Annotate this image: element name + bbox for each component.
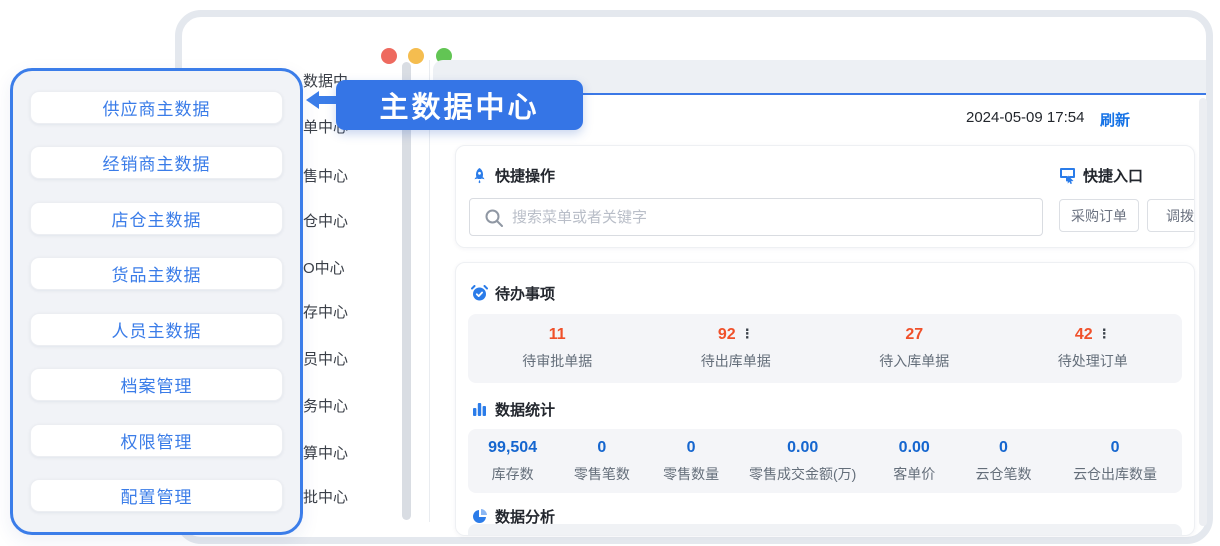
menu-item-dealer-master-data[interactable]: 经销商主数据 — [30, 146, 283, 179]
stats-header: 数据统计 — [471, 399, 555, 420]
nav-item-retail-center[interactable]: 售中心 — [303, 165, 348, 186]
master-data-overlay-menu: 供应商主数据 经销商主数据 店仓主数据 货品主数据 人员主数据 档案管理 权限管… — [10, 68, 303, 535]
quick-ops-title: 快捷操作 — [495, 165, 555, 186]
nav-item-approval-center[interactable]: 批中心 — [303, 486, 348, 507]
todo-item-pending-inbound[interactable]: 27 待入库单据 — [825, 326, 1004, 371]
todo-item-pending-approval[interactable]: 11 待审批单据 — [468, 326, 647, 371]
stat-label: 库存数 — [468, 464, 557, 484]
menu-item-supplier-master-data[interactable]: 供应商主数据 — [30, 91, 283, 124]
quick-entry-header: 快捷入口 — [1059, 165, 1143, 186]
menu-item-archive-management[interactable]: 档案管理 — [30, 368, 283, 401]
stat-cloud-outbound: 0 云仓出库数量 — [1048, 439, 1182, 484]
stat-value: 0 — [687, 439, 696, 457]
nav-scrollbar[interactable] — [402, 62, 411, 520]
stat-cloud-transactions: 0 云仓笔数 — [959, 439, 1048, 484]
quick-operations-card: 快捷操作 快捷入口 采购订单 调拨单 — [455, 145, 1195, 248]
search-icon — [484, 208, 504, 228]
window-close-icon[interactable] — [381, 48, 397, 64]
stat-value: 99,504 — [488, 439, 537, 457]
stat-retail-quantity: 0 零售数量 — [647, 439, 736, 484]
bar-chart-icon — [471, 401, 488, 418]
rocket-icon — [471, 167, 488, 184]
todo-item-pending-orders[interactable]: 42 ⋮ 待处理订单 — [1004, 326, 1183, 371]
nav-item-inventory-center[interactable]: 存中心 — [303, 301, 348, 322]
nav-item-finance-center[interactable]: 务中心 — [303, 395, 348, 416]
nav-item-member-center[interactable]: 员中心 — [303, 348, 348, 369]
todo-label: 待出库单据 — [647, 351, 826, 371]
stat-label: 云仓出库数量 — [1048, 464, 1182, 484]
stat-label: 客单价 — [870, 464, 959, 484]
todo-clock-icon — [471, 285, 488, 302]
todo-label: 待处理订单 — [1004, 351, 1183, 371]
stat-inventory-count: 99,504 库存数 — [468, 439, 557, 484]
screenshot-stage: 2024-05-09 17:54 刷新 数据中 单中心 售中心 仓中心 O中心 … — [0, 0, 1220, 546]
stat-value: 0.00 — [899, 439, 930, 457]
stats-title: 数据统计 — [495, 399, 555, 420]
more-dots-icon[interactable]: ⋮ — [741, 327, 754, 340]
search-box[interactable] — [469, 198, 1043, 236]
todo-value: 92 — [718, 326, 736, 344]
quick-entry-title: 快捷入口 — [1083, 165, 1143, 186]
stats-strip: 99,504 库存数 0 零售笔数 0 零售数量 0.00 零售成交金额(万) … — [468, 429, 1182, 493]
stat-retail-amount: 0.00 零售成交金额(万) — [736, 439, 870, 484]
stat-value: 0 — [1111, 439, 1120, 457]
analysis-strip — [468, 524, 1182, 536]
stat-value: 0 — [597, 439, 606, 457]
stat-label: 零售数量 — [647, 464, 736, 484]
todo-label: 待入库单据 — [825, 351, 1004, 371]
stat-label: 零售成交金额(万) — [736, 464, 870, 484]
nav-item-omo-center[interactable]: O中心 — [303, 257, 345, 278]
menu-item-config-management[interactable]: 配置管理 — [30, 479, 283, 512]
todo-label: 待审批单据 — [468, 351, 647, 371]
stat-retail-transactions: 0 零售笔数 — [557, 439, 646, 484]
menu-item-personnel-master-data[interactable]: 人员主数据 — [30, 313, 283, 346]
master-data-center-callout: 主数据中心 — [336, 80, 583, 130]
stat-value: 0.00 — [787, 439, 818, 457]
stat-label: 零售笔数 — [557, 464, 646, 484]
quick-ops-header: 快捷操作 — [471, 165, 555, 186]
todo-value: 27 — [905, 326, 923, 344]
stat-value: 0 — [999, 439, 1008, 457]
more-dots-icon[interactable]: ⋮ — [1098, 327, 1111, 340]
menu-item-permission-management[interactable]: 权限管理 — [30, 424, 283, 457]
todo-value: 11 — [549, 326, 566, 344]
search-input[interactable] — [512, 199, 1032, 235]
todo-header: 待办事项 — [471, 283, 555, 304]
refresh-button[interactable]: 刷新 — [1100, 109, 1130, 130]
pie-chart-icon — [471, 508, 488, 525]
window-minimize-icon[interactable] — [408, 48, 424, 64]
menu-item-store-master-data[interactable]: 店仓主数据 — [30, 202, 283, 235]
todo-item-pending-outbound[interactable]: 92 ⋮ 待出库单据 — [647, 326, 826, 371]
todo-title: 待办事项 — [495, 283, 555, 304]
menu-item-goods-master-data[interactable]: 货品主数据 — [30, 257, 283, 290]
dashboard-card: 待办事项 11 待审批单据 92 ⋮ 待出库单据 27 待入库单据 42 — [455, 262, 1195, 536]
nav-item-settle-center[interactable]: 算中心 — [303, 442, 348, 463]
purchase-order-button[interactable]: 采购订单 — [1059, 199, 1139, 232]
todo-value: 42 — [1075, 326, 1093, 344]
transfer-order-button[interactable]: 调拨单 — [1147, 199, 1195, 232]
stat-label: 云仓笔数 — [959, 464, 1048, 484]
quick-entry-icon — [1059, 167, 1076, 184]
todo-strip: 11 待审批单据 92 ⋮ 待出库单据 27 待入库单据 42 ⋮ 待处理订单 — [468, 314, 1182, 383]
current-datetime: 2024-05-09 17:54 — [966, 109, 1084, 126]
arrow-left-icon — [306, 91, 338, 109]
stat-avg-order-value: 0.00 客单价 — [870, 439, 959, 484]
nav-item-warehouse-center[interactable]: 仓中心 — [303, 210, 348, 231]
main-scrollbar[interactable] — [1199, 98, 1207, 526]
